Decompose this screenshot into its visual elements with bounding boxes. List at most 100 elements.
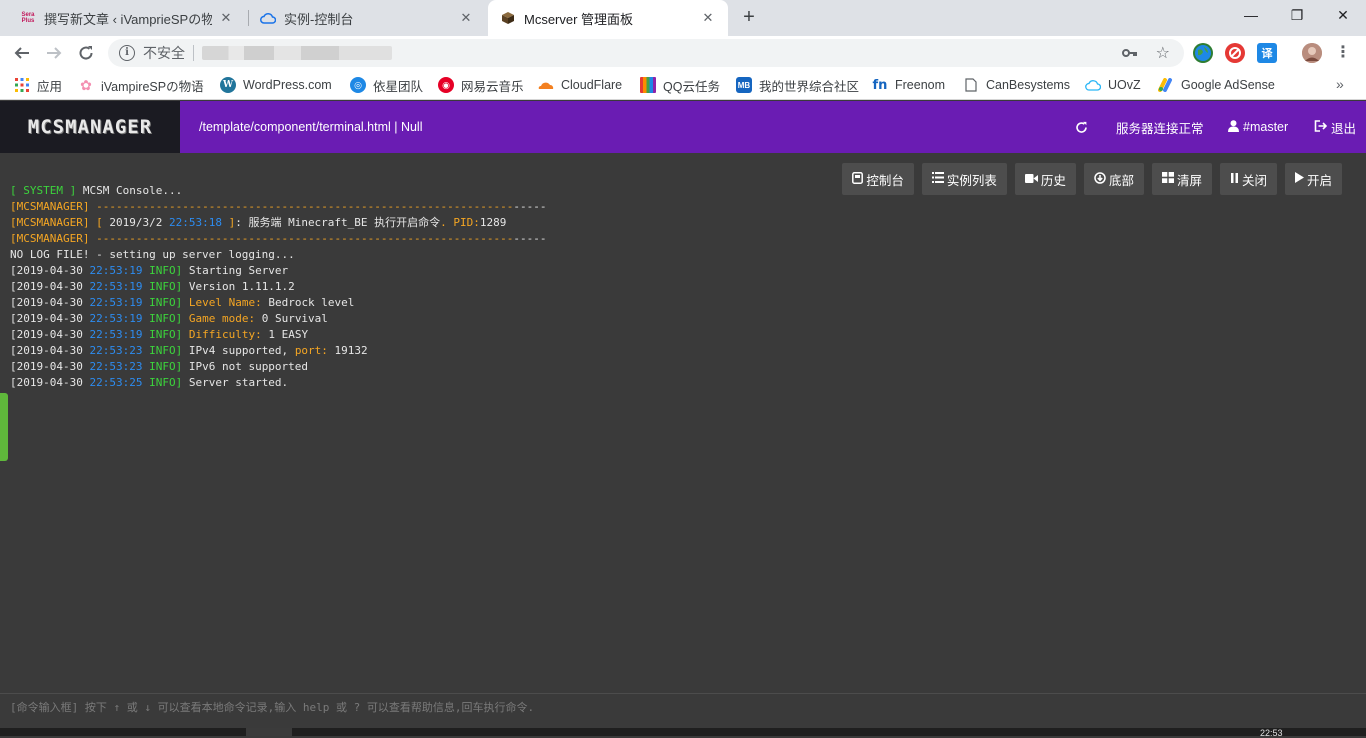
bookmark-label: 依星团队 [373, 79, 424, 94]
new-tab-button[interactable]: + [737, 6, 761, 30]
log-segment: ----------------------------------------… [89, 200, 514, 213]
log-line: [ SYSTEM ] MCSM Console... [10, 183, 546, 199]
back-button[interactable] [9, 40, 35, 66]
user-icon [1228, 119, 1239, 135]
maximize-button[interactable]: ❐ [1274, 0, 1320, 30]
bookmark-team[interactable]: ◎ 依星团队 [350, 76, 423, 94]
profile-avatar[interactable] [1302, 43, 1322, 63]
close-icon[interactable]: ✕ [458, 10, 474, 26]
log-segment: ----------------------------------------… [89, 232, 514, 245]
tab-instance-console[interactable]: 实例-控制台 ✕ [248, 0, 486, 36]
bookmarks-overflow-icon[interactable]: » [1336, 76, 1344, 92]
command-input[interactable] [0, 694, 1366, 721]
log-segment: 22:53:19 [89, 296, 143, 309]
log-segment: [2019-04-30 [10, 376, 90, 389]
log-segment: [2019-04-30 [10, 328, 90, 341]
cloudflare-icon [538, 77, 554, 93]
bookmark-label: Freenom [895, 78, 946, 92]
log-segment: 22:53:25 [89, 376, 143, 389]
app-header: MCSMANAGER /template/component/terminal.… [0, 101, 1366, 153]
bookmark-label: 我的世界综合社区 [759, 79, 860, 94]
bookmark-star-icon[interactable]: ☆ [1156, 43, 1170, 63]
log-segment: [MCSMANAGER] [10, 232, 90, 245]
log-segment: IPv6 not supported [182, 360, 309, 373]
log-segment: [2019-04-30 [10, 296, 90, 309]
log-segment: [2019-04-30 [10, 280, 90, 293]
bookmark-label: 应用 [37, 79, 63, 94]
log-segment: Version 1.11.1.2 [182, 280, 295, 293]
translate-extension-icon[interactable]: 译 [1257, 43, 1277, 63]
log-segment: INFO] [142, 344, 183, 357]
bookmark-mc-community[interactable]: MB 我的世界综合社区 [736, 76, 859, 94]
forward-button[interactable] [41, 40, 67, 66]
sign-out-icon [1314, 119, 1328, 135]
tab-ivampiresp[interactable]: Sera Plus 撰写新文章 ‹ iVamprieSPの物语 ✕ [8, 0, 246, 36]
qq-task-icon [640, 77, 656, 93]
adblock-extension-icon[interactable] [1225, 43, 1245, 63]
refresh-icon [1076, 121, 1087, 133]
bookmark-uovz[interactable]: UOvZ [1085, 76, 1141, 94]
log-segment: INFO] [142, 296, 183, 309]
close-icon[interactable]: ✕ [700, 10, 716, 26]
browser-menu-icon[interactable]: ⋮ [1335, 43, 1351, 63]
bookmark-cloudflare[interactable]: CloudFlare [538, 76, 622, 94]
reload-button[interactable] [73, 40, 99, 66]
log-segment: ----- [513, 200, 547, 213]
log-segment: 1289 [479, 216, 507, 229]
log-segment: 22:53:19 [89, 312, 143, 325]
minimize-button[interactable]: — [1228, 0, 1274, 30]
log-segment: . PID: [440, 216, 480, 229]
apps-grid-icon [14, 77, 30, 93]
bookmark-label: QQ云任务 [663, 79, 720, 94]
refresh-button[interactable] [1075, 101, 1088, 153]
log-line: [MCSMANAGER] ---------------------------… [10, 199, 546, 215]
logout-button[interactable]: 退出 [1314, 101, 1356, 153]
logout-label: 退出 [1331, 121, 1357, 136]
log-segment: Server started. [182, 376, 289, 389]
stop-button[interactable]: 关闭 [1219, 163, 1277, 195]
address-bar[interactable]: i 不安全 ☆ [108, 39, 1184, 67]
start-button[interactable]: 开启 [1284, 163, 1342, 195]
bookmark-netease[interactable]: ◉ 网易云音乐 [438, 76, 524, 94]
connection-status: 服务器连接正常 [1116, 121, 1204, 136]
log-line: [2019-04-30 22:53:19 INFO] Level Name: B… [10, 295, 546, 311]
bookmark-freenom[interactable]: fn Freenom [872, 76, 946, 94]
scroll-position-marker[interactable] [0, 393, 8, 461]
globe-extension-icon[interactable] [1193, 43, 1213, 63]
bookmark-ivampiresp[interactable]: ✿ iVampireSPの物语 [78, 76, 204, 94]
bookmark-label: iVampireSPの物语 [101, 79, 204, 94]
netease-music-icon: ◉ [438, 77, 454, 93]
log-line: [2019-04-30 22:53:23 INFO] IPv6 not supp… [10, 359, 546, 375]
arrow-right-icon [47, 47, 62, 59]
tab-mcserver-panel[interactable]: Mcserver 管理面板 ✕ [488, 0, 728, 36]
bookmark-qq-task[interactable]: QQ云任务 [640, 76, 720, 94]
info-icon[interactable]: i [119, 45, 135, 61]
window-close-button[interactable]: ✕ [1320, 0, 1366, 30]
key-icon[interactable] [1122, 45, 1138, 61]
bookmark-adsense[interactable]: Google AdSense [1158, 76, 1275, 94]
mcsmanager-logo[interactable]: MCSMANAGER [0, 101, 180, 153]
history-button[interactable]: 历史 [1014, 163, 1076, 195]
browser-tab-strip: Sera Plus 撰写新文章 ‹ iVamprieSPの物语 ✕ 实例-控制台… [0, 0, 1366, 36]
list-icon [931, 172, 944, 186]
log-segment: INFO] [142, 280, 183, 293]
scroll-bottom-button[interactable]: 底部 [1083, 163, 1144, 195]
button-label: 关闭 [1241, 173, 1267, 188]
bookmark-canbesystems[interactable]: CanBesystems [963, 76, 1070, 94]
log-segment: 19132 [327, 344, 368, 357]
log-segment: 22:53:18 [168, 216, 222, 229]
bookmark-label: CanBesystems [986, 78, 1071, 92]
console-button[interactable]: 控制台 [842, 163, 914, 195]
log-segment: [MCSMANAGER] [10, 216, 90, 229]
user-menu[interactable]: #master [1228, 101, 1288, 153]
taskbar-active-app[interactable] [246, 728, 292, 736]
close-icon[interactable]: ✕ [218, 10, 234, 26]
bookmark-apps[interactable]: 应用 [14, 76, 62, 94]
clear-screen-button[interactable]: 清屏 [1151, 163, 1212, 195]
instance-list-button[interactable]: 实例列表 [921, 163, 1007, 195]
bookmark-wordpress[interactable]: W WordPress.com [220, 76, 332, 94]
log-segment: INFO] [142, 376, 183, 389]
button-label: 开启 [1306, 173, 1332, 188]
log-segment: 22:53:23 [89, 360, 143, 373]
bookmark-label: WordPress.com [243, 78, 332, 92]
